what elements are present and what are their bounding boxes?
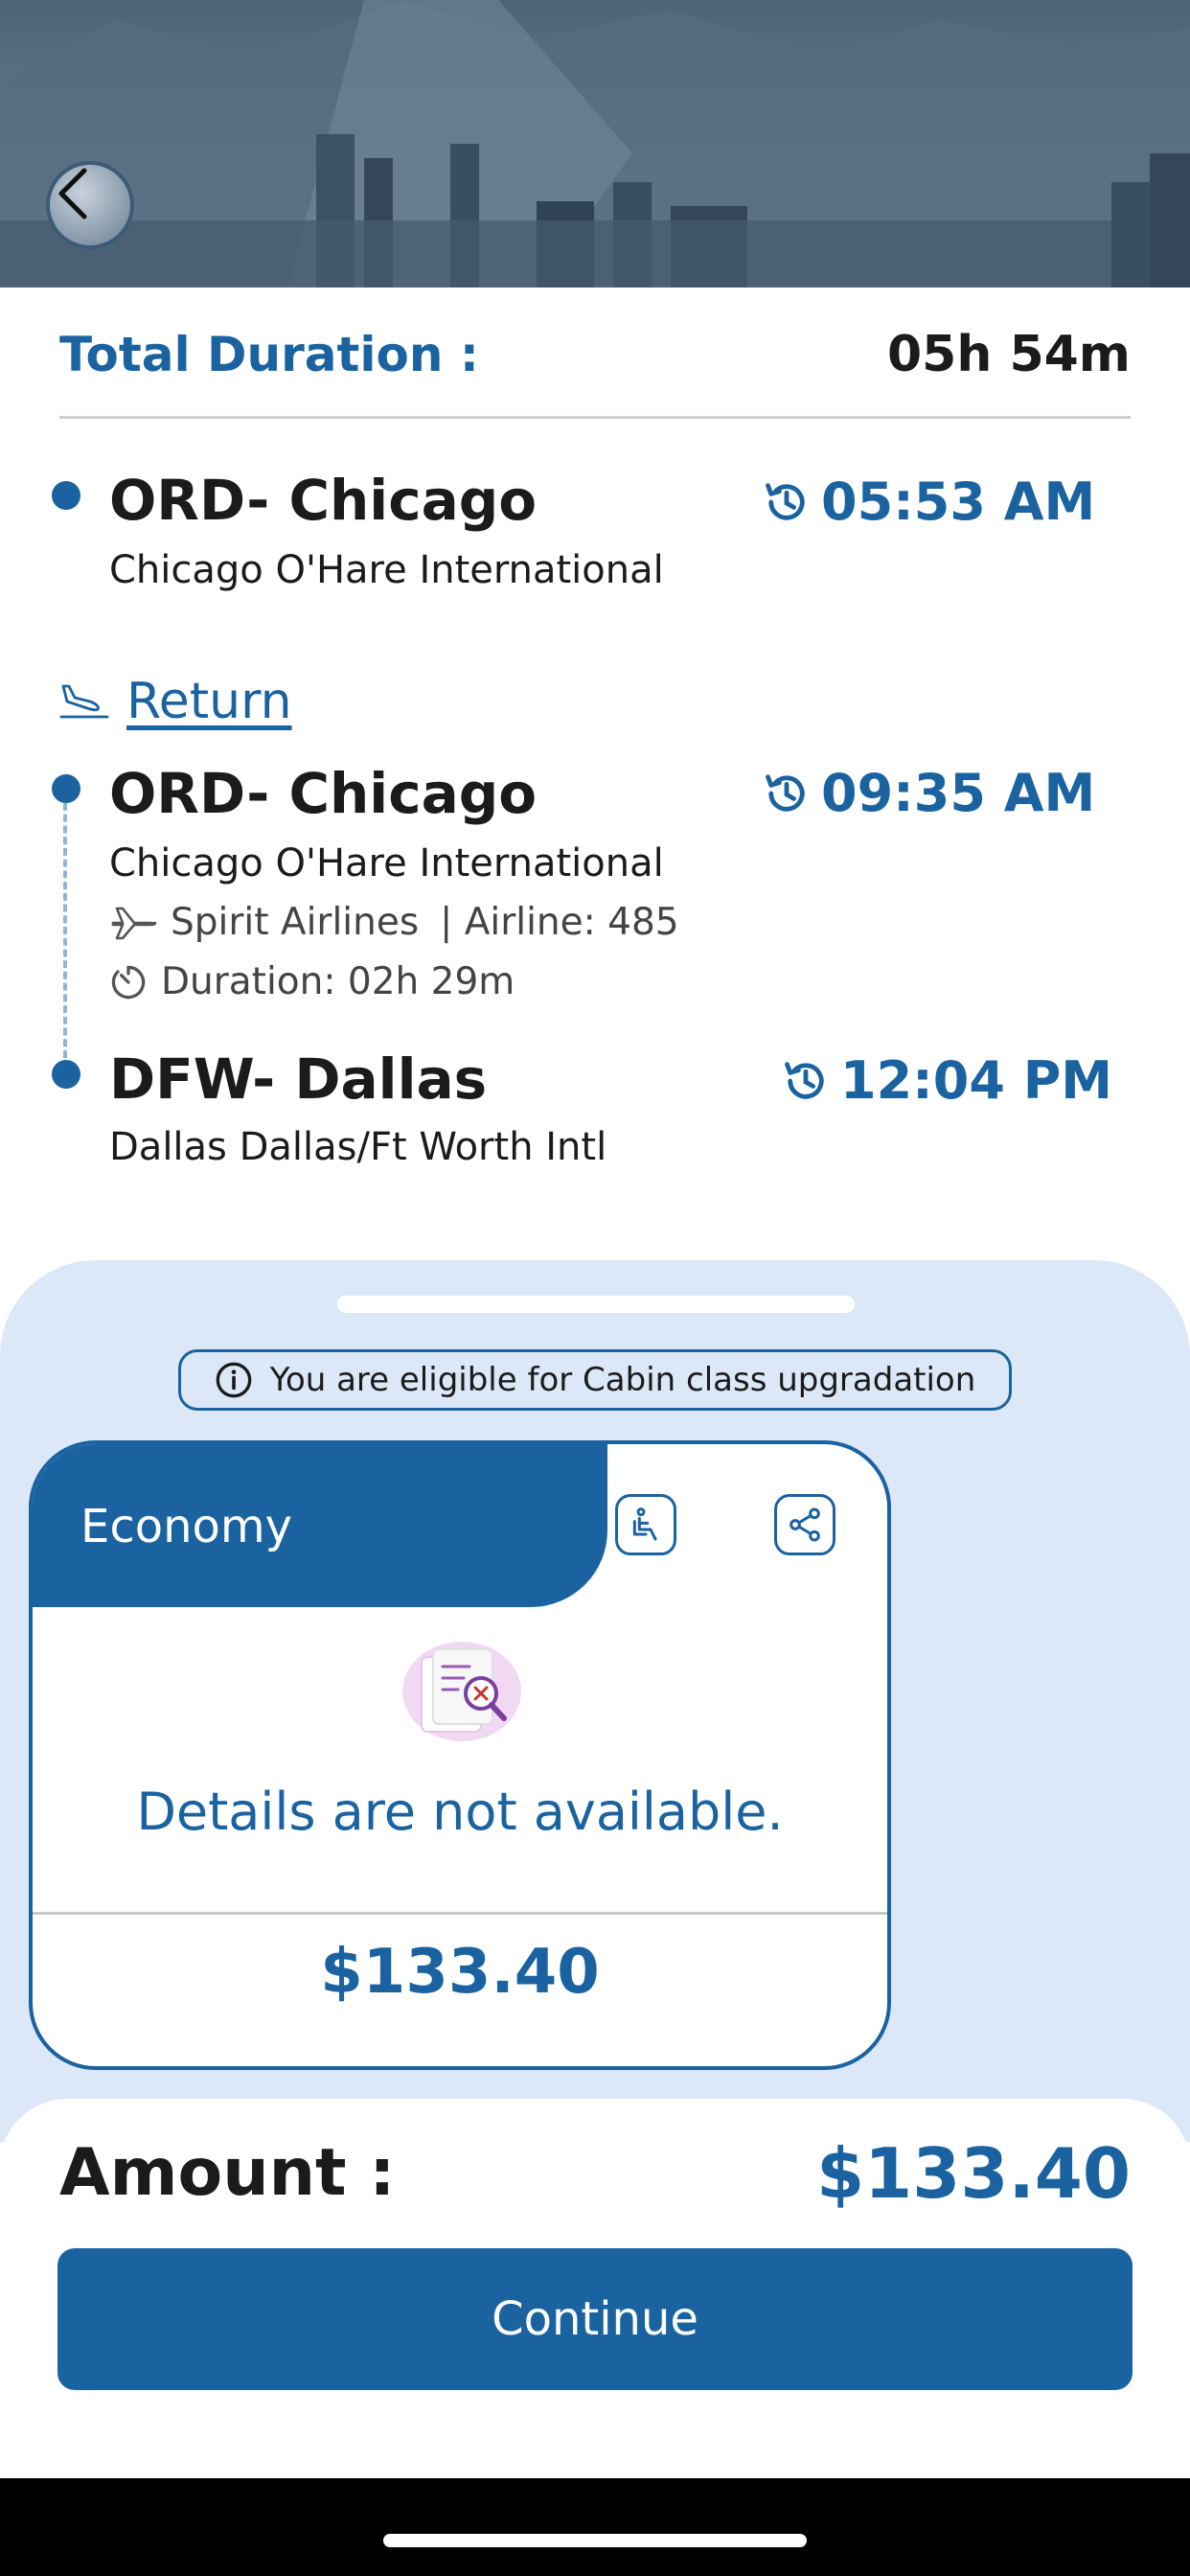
total-duration-label: Total Duration : bbox=[59, 327, 479, 382]
cabin-header: Economy bbox=[33, 1444, 607, 1607]
timer-icon bbox=[111, 965, 146, 999]
timeline-dot bbox=[52, 481, 80, 510]
total-duration-row: Total Duration : 05h 54m bbox=[59, 321, 1131, 388]
return-arrival-time: 12:04 PM bbox=[781, 1050, 1112, 1111]
return-arrival-airport: Dallas Dallas/Ft Worth Intl bbox=[109, 1125, 607, 1169]
home-bar-area bbox=[0, 2478, 1190, 2576]
timeline-dot bbox=[52, 774, 80, 803]
info-icon bbox=[216, 1362, 252, 1398]
return-departure-time: 09:35 AM bbox=[762, 763, 1095, 823]
city-skyline-image bbox=[0, 0, 1190, 288]
timeline-dot bbox=[52, 1060, 80, 1089]
continue-button[interactable]: Continue bbox=[57, 2248, 1133, 2390]
upgrade-notice: You are eligible for Cabin class upgrada… bbox=[178, 1349, 1012, 1411]
return-arrival-city: DFW- Dallas bbox=[109, 1046, 488, 1112]
seat-button[interactable] bbox=[615, 1494, 676, 1555]
airline-info: Spirit Airlines | Airline: 485 bbox=[109, 901, 679, 944]
return-departure-city: ORD- Chicago bbox=[109, 761, 538, 826]
fare-card[interactable]: Economy Details are not available. $133.… bbox=[29, 1440, 891, 2070]
header-city-image bbox=[0, 0, 1190, 288]
details-unavailable-message: Details are not available. bbox=[136, 1782, 784, 1842]
return-link[interactable]: Return bbox=[57, 673, 292, 730]
airline-name: Spirit Airlines bbox=[171, 901, 420, 944]
upgrade-notice-text: You are eligible for Cabin class upgrada… bbox=[269, 1361, 976, 1399]
time-text: 12:04 PM bbox=[840, 1050, 1113, 1111]
outbound-arrival-city: ORD- Chicago bbox=[109, 468, 538, 533]
clock-history-icon bbox=[766, 773, 805, 812]
clock-history-icon bbox=[766, 482, 805, 520]
flight-duration: Duration: 02h 29m bbox=[107, 960, 515, 1003]
fare-price: $133.40 bbox=[320, 1937, 600, 2008]
chevron-left-icon bbox=[58, 168, 87, 219]
outbound-arrival-time: 05:53 AM bbox=[762, 472, 1095, 532]
sheet-drag-handle[interactable] bbox=[337, 1296, 855, 1313]
home-indicator[interactable] bbox=[383, 2534, 807, 2547]
timeline-line bbox=[63, 803, 67, 1058]
divider bbox=[33, 1912, 887, 1915]
flight-number: | Airline: 485 bbox=[440, 901, 679, 944]
duration-text: Duration: 02h 29m bbox=[161, 960, 515, 1003]
share-button[interactable] bbox=[774, 1494, 835, 1555]
divider bbox=[59, 416, 1131, 419]
back-button[interactable] bbox=[46, 161, 134, 249]
return-label: Return bbox=[126, 673, 292, 730]
no-details-illustration bbox=[402, 1642, 521, 1741]
plane-landing-icon bbox=[59, 684, 109, 719]
share-icon bbox=[790, 1507, 820, 1542]
outbound-arrival-airport: Chicago O'Hare International bbox=[109, 548, 664, 592]
time-text: 09:35 AM bbox=[821, 763, 1096, 823]
amount-label: Amount : bbox=[59, 2135, 396, 2211]
seat-icon bbox=[632, 1507, 657, 1541]
return-departure-airport: Chicago O'Hare International bbox=[109, 841, 664, 886]
clock-history-icon bbox=[785, 1061, 824, 1099]
time-text: 05:53 AM bbox=[821, 472, 1096, 532]
cabin-title: Economy bbox=[80, 1500, 293, 1553]
amount-value: $133.40 bbox=[816, 2133, 1131, 2214]
airplane-icon bbox=[111, 907, 157, 939]
total-duration-value: 05h 54m bbox=[886, 326, 1131, 383]
